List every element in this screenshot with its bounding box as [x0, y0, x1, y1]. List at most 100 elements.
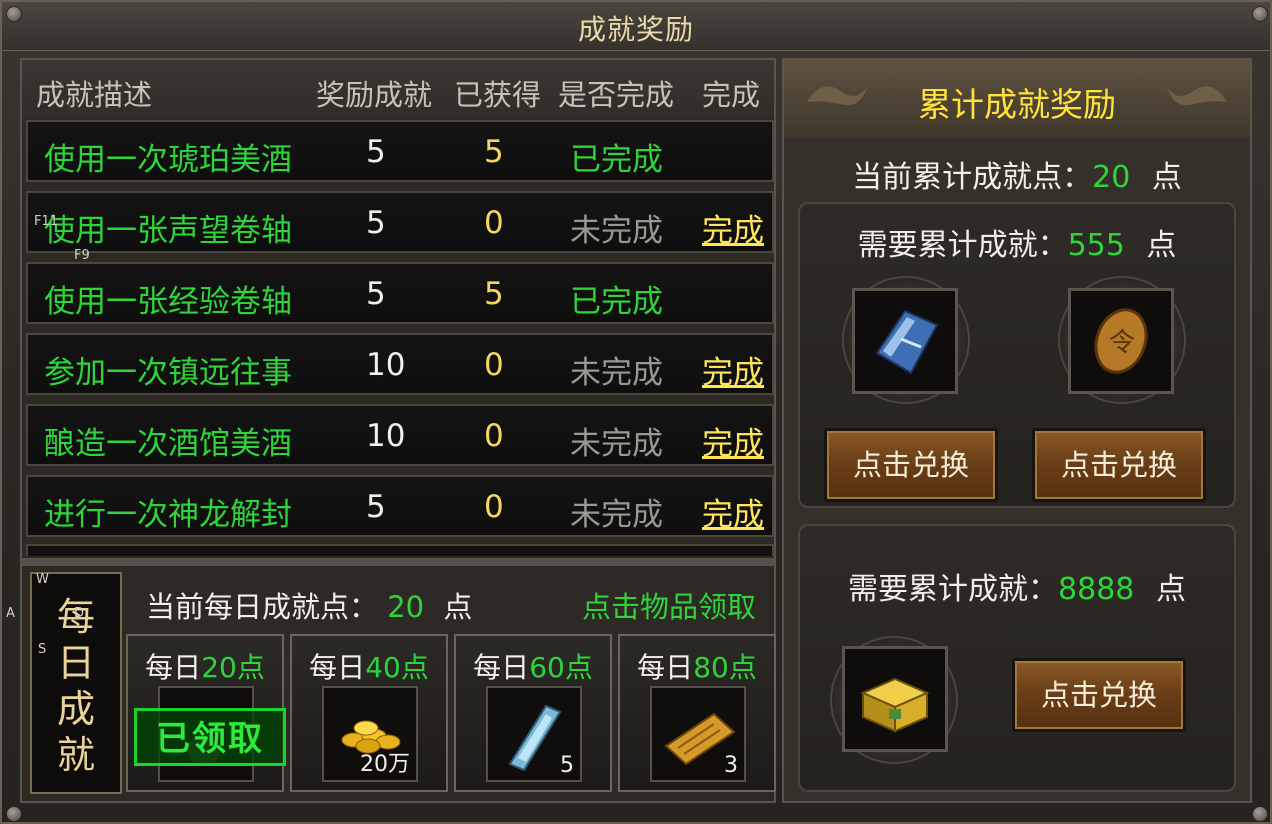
- table-row: 酿造一次酒馆美酒 10 0 未完成 完成: [26, 404, 774, 466]
- hud-key-label: F11: [34, 214, 59, 229]
- daily-points: 当前每日成就点： 20 点: [146, 584, 472, 626]
- exchange-button[interactable]: 点击兑换: [1012, 658, 1186, 732]
- corner-rivet-icon: [1252, 806, 1268, 822]
- row-obtained: 0: [484, 418, 504, 454]
- hud-key-label: W: [36, 572, 49, 587]
- reward-item-slot[interactable]: [842, 646, 948, 752]
- daily-slot-item[interactable]: 已领取: [134, 686, 286, 782]
- table-header: 成就描述 奖励成就 已获得 是否完成 完成: [22, 60, 774, 118]
- tier-need-prefix: 需要累计成就：: [857, 228, 1068, 263]
- hud-key-label: D: [74, 606, 85, 621]
- exchange-button[interactable]: 点击兑换: [1032, 428, 1206, 502]
- row-reward: 10: [366, 347, 406, 383]
- tier-need-unit: 点: [1155, 572, 1186, 607]
- row-status: 已完成: [570, 284, 663, 320]
- row-obtained: 5: [484, 276, 504, 312]
- header-action: 完成: [702, 78, 761, 112]
- table-row: 使用一张经验卷轴 5 5 已完成: [26, 262, 774, 324]
- daily-slot-item[interactable]: 5: [486, 686, 582, 782]
- item-count: 20万: [360, 752, 410, 777]
- row-reward: 5: [366, 134, 386, 170]
- complete-link[interactable]: 完成: [702, 205, 764, 250]
- bronze-token-icon: 令: [1094, 308, 1148, 374]
- corner-rivet-icon: [6, 6, 22, 22]
- daily-points-unit: 点: [443, 590, 473, 624]
- reward-item-slot[interactable]: 令: [1068, 288, 1174, 394]
- row-status: 未完成: [570, 497, 663, 533]
- slot-value: 20点: [201, 651, 265, 684]
- complete-link[interactable]: 完成: [702, 418, 764, 463]
- row-desc: 进行一次神龙解封: [44, 497, 292, 533]
- row-status: 已完成: [570, 142, 663, 178]
- row-desc: 参加一次镇远往事: [44, 355, 292, 391]
- claimed-stamp: 已领取: [134, 708, 286, 766]
- item-count: 5: [560, 753, 574, 778]
- tier-need-prefix: 需要累计成就：: [848, 572, 1059, 607]
- daily-slot-item[interactable]: 3: [650, 686, 746, 782]
- window-title: 成就奖励: [577, 13, 694, 46]
- header-status: 是否完成: [558, 78, 675, 112]
- table-row: 进行一次神龙解封 5 0 未完成 完成: [26, 475, 774, 537]
- cumulative-title: 累计成就奖励: [918, 85, 1116, 124]
- reward-item-slot[interactable]: [852, 288, 958, 394]
- table-row: 使用一次琥珀美酒 5 5 已完成: [26, 120, 774, 182]
- row-status: 未完成: [570, 355, 663, 391]
- svg-text:令: 令: [1109, 328, 1135, 358]
- slot-prefix: 每日: [145, 651, 202, 684]
- reward-tier: 需要累计成就：8888 点 点击兑换: [798, 524, 1236, 792]
- header-obtained: 已获得: [454, 78, 542, 112]
- complete-link[interactable]: 完成: [702, 347, 764, 392]
- cumulative-points-value: 20: [1092, 160, 1131, 195]
- daily-slot-item[interactable]: 20万: [322, 686, 418, 782]
- title-bar: 成就奖励: [2, 2, 1270, 51]
- cumulative-reward-panel: 累计成就奖励 当前累计成就点：20 点 需要累计成就：555 点 令 点击兑换 …: [782, 58, 1252, 803]
- tier-need-value: 555: [1067, 228, 1125, 263]
- row-status: 未完成: [570, 213, 663, 249]
- cumulative-points-prefix: 当前累计成就点：: [852, 160, 1093, 195]
- slot-prefix: 每日: [473, 651, 530, 684]
- slot-prefix: 每日: [309, 651, 366, 684]
- table-row: 参加一次镇远往事 10 0 未完成 完成: [26, 333, 774, 395]
- slot-value: 40点: [365, 651, 429, 684]
- row-obtained: 0: [484, 489, 504, 525]
- row-obtained: 5: [484, 134, 504, 170]
- daily-reward-slot[interactable]: 每日80点 3: [618, 634, 776, 792]
- hud-key-label: A: [6, 606, 15, 621]
- corner-rivet-icon: [1252, 6, 1268, 22]
- reward-tier: 需要累计成就：555 点 令 点击兑换 点击兑换: [798, 202, 1236, 508]
- achievement-window: 成就奖励 成就描述 奖励成就 已获得 是否完成 完成 使用一次琥珀美酒 5 5 …: [0, 0, 1272, 824]
- claim-hint: 点击物品领取: [582, 590, 757, 624]
- blue-book-icon: [875, 309, 939, 375]
- daily-reward-slot[interactable]: 每日40点 20万: [290, 634, 448, 792]
- hud-key-label: F9: [74, 248, 90, 263]
- section-divider: [22, 558, 774, 566]
- daily-slot-label: 每日20点: [128, 646, 282, 686]
- tier-requirement: 需要累计成就：555 点: [800, 220, 1234, 264]
- cumulative-header: 累计成就奖励: [784, 60, 1250, 138]
- hud-key-label: S: [38, 642, 47, 657]
- row-status: 未完成: [570, 426, 663, 462]
- row-reward: 10: [366, 418, 406, 454]
- row-obtained: 0: [484, 347, 504, 383]
- complete-link[interactable]: 完成: [702, 489, 764, 534]
- cumulative-points-unit: 点: [1151, 160, 1182, 195]
- row-reward: 5: [366, 276, 386, 312]
- row-desc: 使用一次琥珀美酒: [44, 142, 292, 178]
- table-row: 使用一张声望卷轴 5 0 未完成 完成: [26, 191, 774, 253]
- golden-chest-icon: [860, 677, 930, 733]
- slot-value: 60点: [529, 651, 593, 684]
- row-desc: 使用一张声望卷轴: [44, 213, 292, 249]
- achievement-list-panel: 成就描述 奖励成就 已获得 是否完成 完成 使用一次琥珀美酒 5 5 已完成 使…: [20, 58, 776, 803]
- exchange-button[interactable]: 点击兑换: [824, 428, 998, 502]
- header-desc: 成就描述: [36, 78, 153, 112]
- row-desc: 酿造一次酒馆美酒: [44, 426, 292, 462]
- tier-need-unit: 点: [1146, 228, 1177, 263]
- row-obtained: 0: [484, 205, 504, 241]
- header-reward: 奖励成就: [316, 78, 433, 112]
- daily-reward-slot[interactable]: 每日20点 已领取: [126, 634, 286, 792]
- corner-rivet-icon: [6, 806, 22, 822]
- cumulative-points: 当前累计成就点：20 点: [784, 152, 1250, 196]
- row-desc: 使用一张经验卷轴: [44, 284, 292, 320]
- daily-reward-slot[interactable]: 每日60点 5: [454, 634, 612, 792]
- daily-achievement-label: 每日成就: [56, 595, 95, 777]
